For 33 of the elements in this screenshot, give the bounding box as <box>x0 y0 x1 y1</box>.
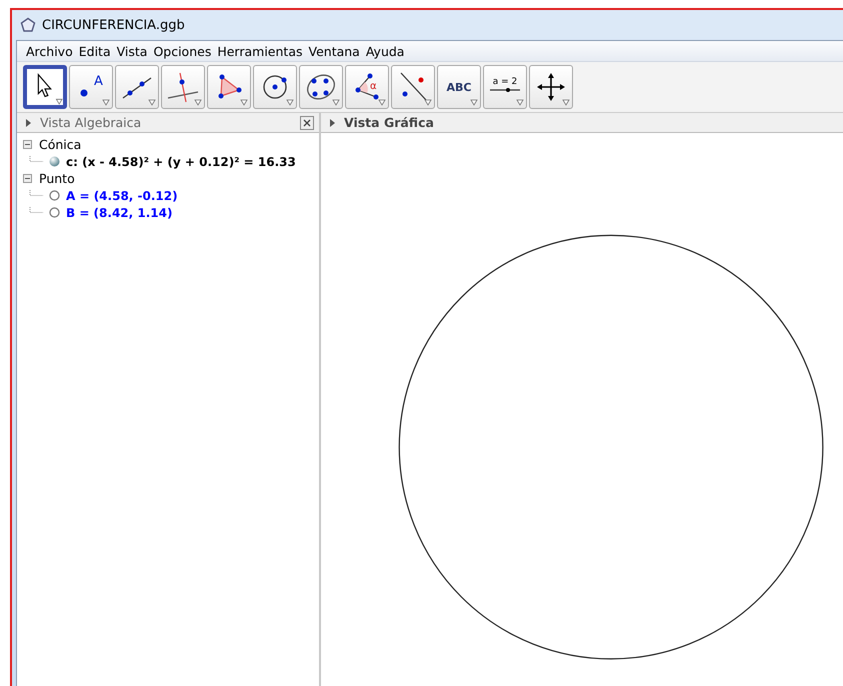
panel-title: Vista Gráfica <box>344 115 434 130</box>
panel-title: Vista Algebraica <box>40 115 142 130</box>
menu-item[interactable]: Vista <box>114 44 150 58</box>
tool-button[interactable] <box>23 65 67 109</box>
close-icon <box>302 118 312 128</box>
collapse-triangle-icon[interactable] <box>25 118 32 128</box>
collapse-icon[interactable] <box>23 174 32 183</box>
menu-item[interactable]: Herramientas <box>214 44 306 58</box>
window-title: CIRCUNFERENCIA.ggb <box>42 18 185 32</box>
tool-button[interactable] <box>207 65 251 109</box>
collapse-triangle-icon[interactable] <box>329 118 336 128</box>
menu-item[interactable]: Ayuda <box>362 44 408 58</box>
visible-ball-icon[interactable] <box>49 156 60 167</box>
collapse-icon[interactable] <box>23 140 32 149</box>
category-label: Punto <box>39 171 75 186</box>
hidden-circle-icon[interactable] <box>49 190 60 201</box>
tool-button[interactable] <box>115 65 159 109</box>
object-definition[interactable]: A = (4.58, -0.12) <box>66 188 178 202</box>
menu-item[interactable]: Ventana <box>306 44 363 58</box>
hidden-circle-icon[interactable] <box>49 207 60 218</box>
tool-button[interactable] <box>161 65 205 109</box>
tool-button[interactable] <box>391 65 435 109</box>
app-icon <box>20 17 36 33</box>
menu-item[interactable]: Archivo <box>23 44 76 58</box>
object-definition[interactable]: c: (x - 4.58)² + (y + 0.12)² = 16.33 <box>66 154 296 168</box>
object-definition[interactable]: B = (8.42, 1.14) <box>66 206 172 220</box>
menu-item[interactable]: Edita <box>76 44 114 58</box>
tool-button[interactable] <box>529 65 573 109</box>
tool-button[interactable] <box>253 65 297 109</box>
category-label: Cónica <box>39 137 82 152</box>
tool-button[interactable] <box>299 65 343 109</box>
menu-item[interactable]: Opciones <box>150 44 214 58</box>
close-button[interactable] <box>300 116 314 130</box>
